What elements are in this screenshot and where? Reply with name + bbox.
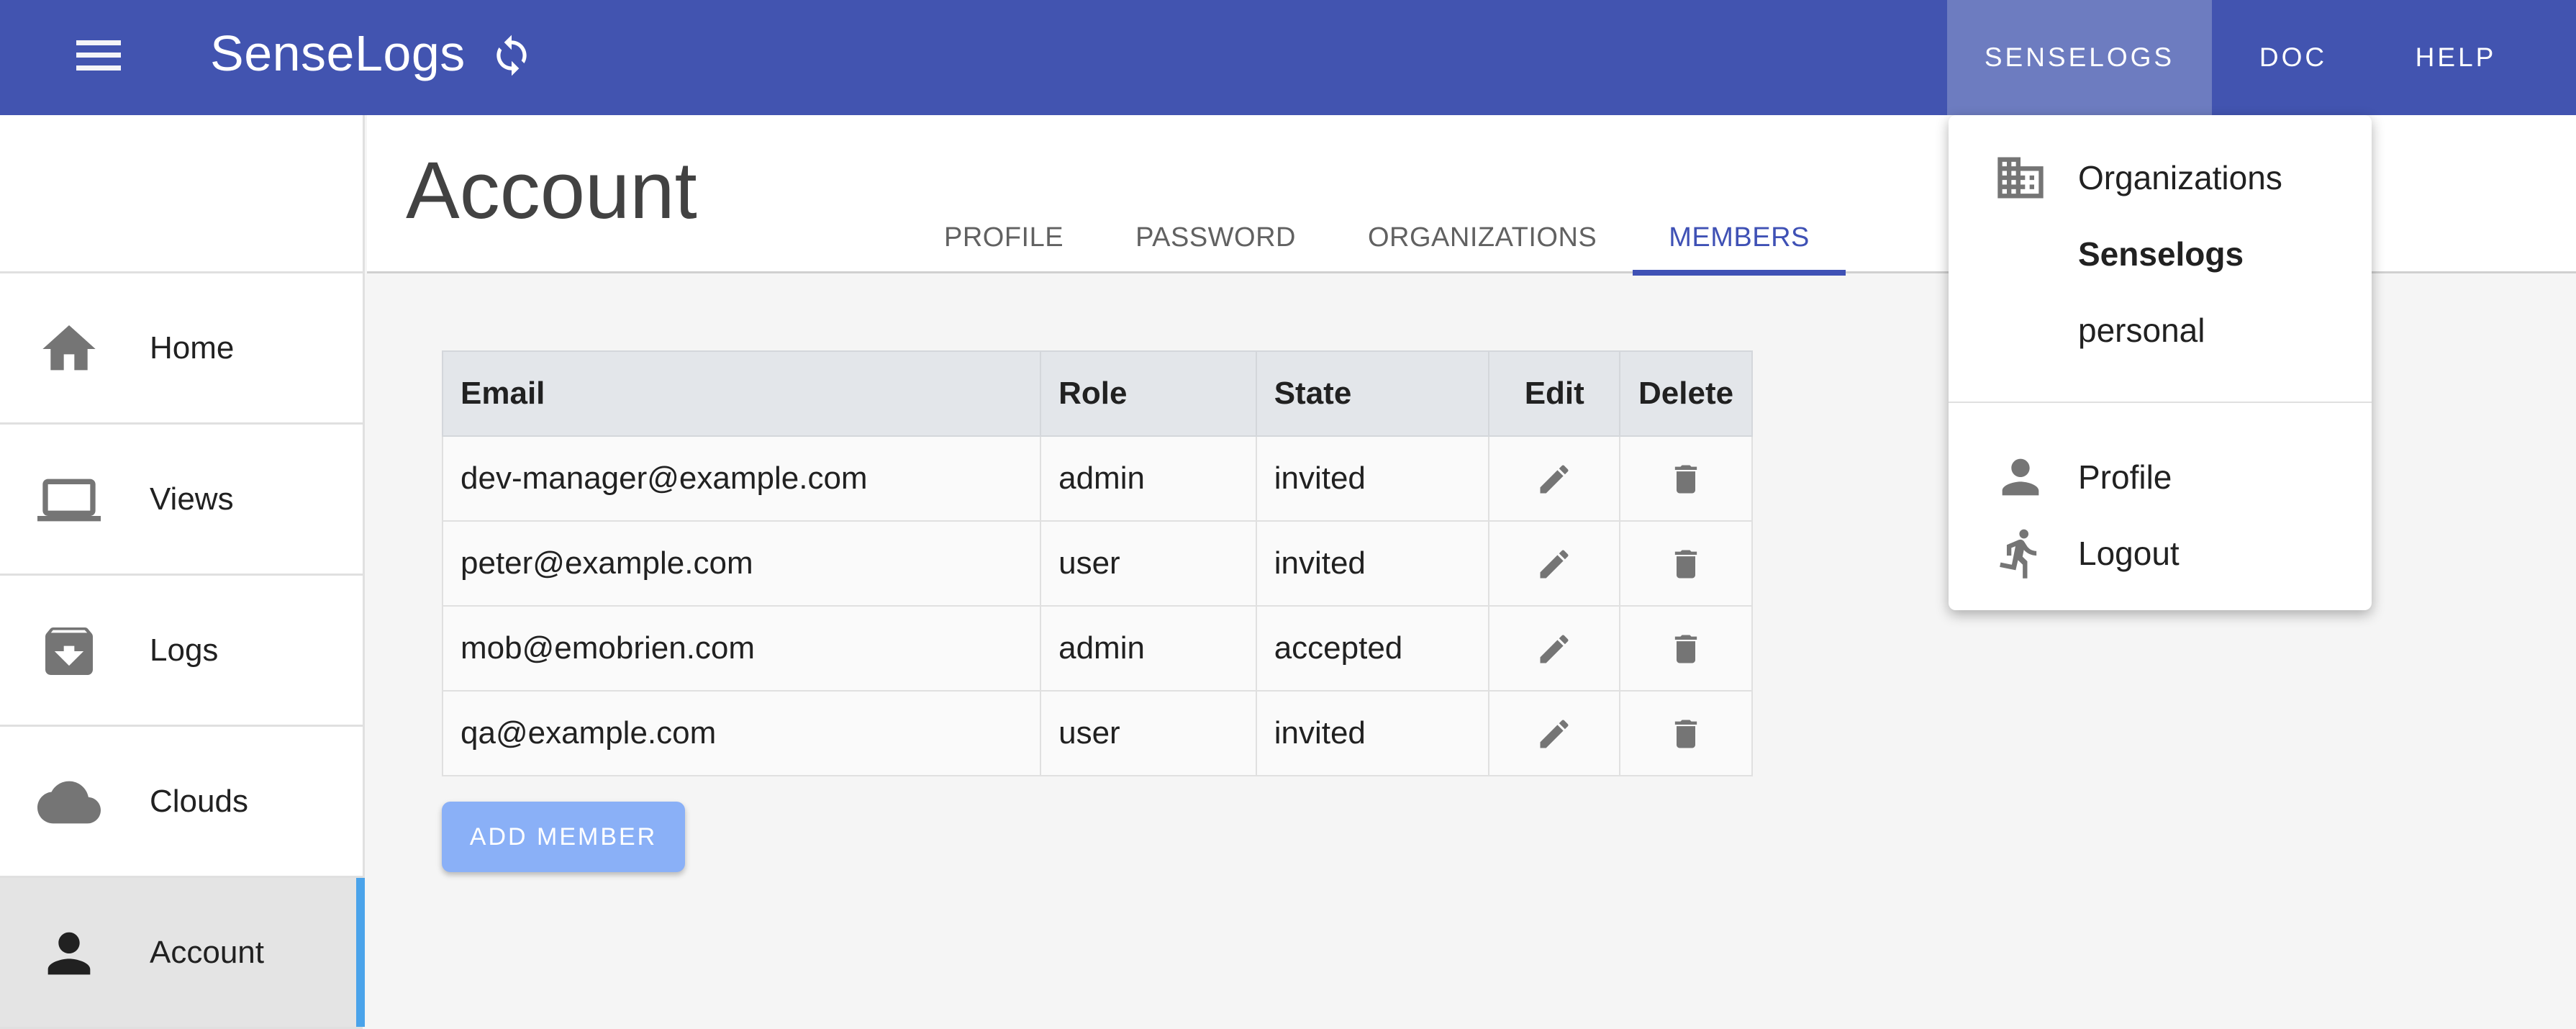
header-role: Role bbox=[1040, 350, 1257, 437]
menu-item-label: Profile bbox=[2078, 458, 2172, 496]
cell-delete bbox=[1619, 605, 1753, 692]
header-email: Email bbox=[441, 350, 1042, 437]
cell-edit bbox=[1488, 605, 1621, 692]
cell-state: invited bbox=[1255, 520, 1490, 607]
home-icon bbox=[42, 325, 96, 371]
delete-icon[interactable] bbox=[1667, 461, 1705, 498]
cell-edit bbox=[1488, 520, 1621, 607]
sidebar-item-label: Logs bbox=[150, 632, 219, 668]
sidebar: Home Views Logs Clouds Account bbox=[0, 115, 365, 1029]
cell-email: dev-manager@example.com bbox=[441, 435, 1042, 522]
menu-item-org-senselogs[interactable]: Senselogs bbox=[1949, 222, 2372, 286]
cell-role: admin bbox=[1040, 605, 1257, 692]
sidebar-item-home[interactable]: Home bbox=[0, 273, 363, 425]
sidebar-header bbox=[0, 115, 363, 273]
cell-delete bbox=[1619, 520, 1753, 607]
table-row: dev-manager@example.com admin invited bbox=[441, 435, 1753, 522]
cell-email: qa@example.com bbox=[441, 690, 1042, 776]
delete-icon[interactable] bbox=[1667, 630, 1705, 668]
account-tabs: PROFILE PASSWORD ORGANIZATIONS MEMBERS bbox=[908, 201, 1846, 276]
cell-edit bbox=[1488, 690, 1621, 776]
edit-icon[interactable] bbox=[1536, 630, 1573, 668]
sidebar-item-label: Account bbox=[150, 934, 264, 970]
senselogs-dropdown-menu: Organizations Senselogs personal Profile… bbox=[1949, 115, 2372, 610]
tab-organizations[interactable]: ORGANIZATIONS bbox=[1332, 201, 1633, 273]
cell-state: accepted bbox=[1255, 605, 1490, 692]
sidebar-item-clouds[interactable]: Clouds bbox=[0, 727, 363, 878]
hamburger-menu-icon[interactable] bbox=[72, 37, 127, 78]
add-member-button[interactable]: ADD MEMBER bbox=[442, 802, 685, 872]
edit-icon[interactable] bbox=[1536, 545, 1573, 583]
app-title[interactable]: SenseLogs bbox=[210, 24, 466, 82]
run-icon bbox=[2000, 529, 2037, 579]
delete-icon[interactable] bbox=[1667, 545, 1705, 583]
menu-item-label: Logout bbox=[2078, 535, 2180, 572]
table-row: peter@example.com user invited bbox=[441, 520, 1753, 607]
laptop-icon bbox=[37, 479, 101, 522]
cell-state: invited bbox=[1255, 690, 1490, 776]
sidebar-item-label: Views bbox=[150, 481, 234, 517]
cloud-icon bbox=[37, 781, 101, 824]
header-state: State bbox=[1255, 350, 1490, 437]
cell-role: user bbox=[1040, 520, 1257, 607]
sidebar-item-views[interactable]: Views bbox=[0, 425, 363, 576]
sidebar-item-logs[interactable]: Logs bbox=[0, 576, 363, 727]
menu-item-label: Organizations bbox=[2078, 159, 2282, 196]
cell-role: user bbox=[1040, 690, 1257, 776]
person-icon bbox=[47, 932, 91, 975]
app-bar: SenseLogs SENSELOGS DOC HELP bbox=[0, 0, 2576, 115]
menu-item-label: Senselogs bbox=[2078, 235, 2244, 273]
table-header-row: Email Role State Edit Delete bbox=[441, 350, 1753, 437]
nav-doc[interactable]: DOC bbox=[2212, 0, 2375, 115]
menu-divider bbox=[1949, 402, 2372, 403]
members-table: Email Role State Edit Delete dev-manager… bbox=[441, 350, 1753, 776]
header-edit: Edit bbox=[1488, 350, 1621, 437]
edit-icon[interactable] bbox=[1536, 715, 1573, 753]
menu-item-label: personal bbox=[2078, 312, 2205, 349]
cell-email: peter@example.com bbox=[441, 520, 1042, 607]
tab-members[interactable]: MEMBERS bbox=[1633, 201, 1846, 276]
cell-role: admin bbox=[1040, 435, 1257, 522]
edit-icon[interactable] bbox=[1536, 461, 1573, 498]
sidebar-item-label: Clouds bbox=[150, 783, 248, 819]
header-delete: Delete bbox=[1619, 350, 1753, 437]
nav-senselogs[interactable]: SENSELOGS bbox=[1947, 0, 2212, 115]
table-row: mob@emobrien.com admin accepted bbox=[441, 605, 1753, 692]
business-icon bbox=[1997, 157, 2044, 199]
tab-profile[interactable]: PROFILE bbox=[908, 201, 1099, 273]
cell-delete bbox=[1619, 435, 1753, 522]
sidebar-item-label: Home bbox=[150, 330, 235, 366]
menu-item-organizations[interactable]: Organizations bbox=[1949, 145, 2372, 210]
menu-item-org-personal[interactable]: personal bbox=[1949, 298, 2372, 363]
nav-help[interactable]: HELP bbox=[2375, 0, 2537, 115]
page-title: Account bbox=[406, 145, 697, 235]
tab-password[interactable]: PASSWORD bbox=[1099, 201, 1332, 273]
archive-icon bbox=[45, 627, 93, 675]
menu-item-profile[interactable]: Profile bbox=[1949, 445, 2372, 509]
menu-item-logout[interactable]: Logout bbox=[1949, 521, 2372, 586]
table-row: qa@example.com user invited bbox=[441, 690, 1753, 776]
person-icon bbox=[2002, 458, 2039, 496]
refresh-icon[interactable] bbox=[489, 33, 534, 78]
cell-state: invited bbox=[1255, 435, 1490, 522]
sidebar-item-account[interactable]: Account bbox=[0, 878, 365, 1029]
cell-edit bbox=[1488, 435, 1621, 522]
cell-email: mob@emobrien.com bbox=[441, 605, 1042, 692]
delete-icon[interactable] bbox=[1667, 715, 1705, 753]
cell-delete bbox=[1619, 690, 1753, 776]
